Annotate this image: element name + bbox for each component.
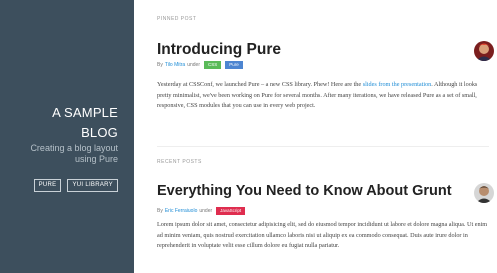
nav-link-pure[interactable]: PURE xyxy=(33,179,62,192)
avatar-icon xyxy=(474,41,494,61)
blog-title-line-2: BLOG xyxy=(81,125,118,140)
meta-under: under xyxy=(199,208,213,214)
avatar-icon xyxy=(474,183,494,203)
tag-pure[interactable]: Pure xyxy=(225,61,243,69)
recent-author-avatar xyxy=(474,183,494,203)
blog-title[interactable]: A SAMPLE BLOG xyxy=(8,103,118,143)
sidebar-nav: PURE YUI LIBRARY xyxy=(33,179,118,192)
pinned-post-title[interactable]: Introducing Pure xyxy=(157,41,281,59)
slides-link[interactable]: slides from the presentation xyxy=(363,81,432,88)
tag-css[interactable]: CSS xyxy=(204,61,222,69)
pinned-body-text-1: Yesterday at CSSConf, we launched Pure –… xyxy=(157,81,363,88)
pinned-post-meta: By Tilo Mitra under CSS Pure xyxy=(157,61,243,69)
blog-description: Creating a blog layout using Pure xyxy=(30,143,118,164)
divider xyxy=(157,146,489,147)
recent-post-author-link[interactable]: Eric Ferraiuolo xyxy=(165,208,198,214)
sidebar: A SAMPLE BLOG Creating a blog layout usi… xyxy=(0,0,134,273)
recent-posts-heading: RECENT POSTS xyxy=(157,159,202,165)
meta-under: under xyxy=(187,62,201,68)
recent-post-meta: By Eric Ferraiuolo under JavaScript xyxy=(157,207,246,215)
recent-post-body: Lorem ipsum dolor sit amet, consectetur … xyxy=(157,221,488,250)
blog-title-line-1: A SAMPLE xyxy=(52,105,118,120)
pinned-post-heading: PINNED POST xyxy=(157,16,197,22)
pinned-author-avatar xyxy=(474,41,494,61)
nav-link-yui-library[interactable]: YUI LIBRARY xyxy=(67,179,118,192)
recent-post-title[interactable]: Everything You Need to Know About Grunt xyxy=(157,183,452,199)
meta-by: By xyxy=(157,62,163,68)
pinned-post-author-link[interactable]: Tilo Mitra xyxy=(165,62,185,68)
meta-by: By xyxy=(157,208,163,214)
tag-javascript[interactable]: JavaScript xyxy=(216,207,246,215)
pinned-post-body: Yesterday at CSSConf, we launched Pure –… xyxy=(157,80,489,112)
